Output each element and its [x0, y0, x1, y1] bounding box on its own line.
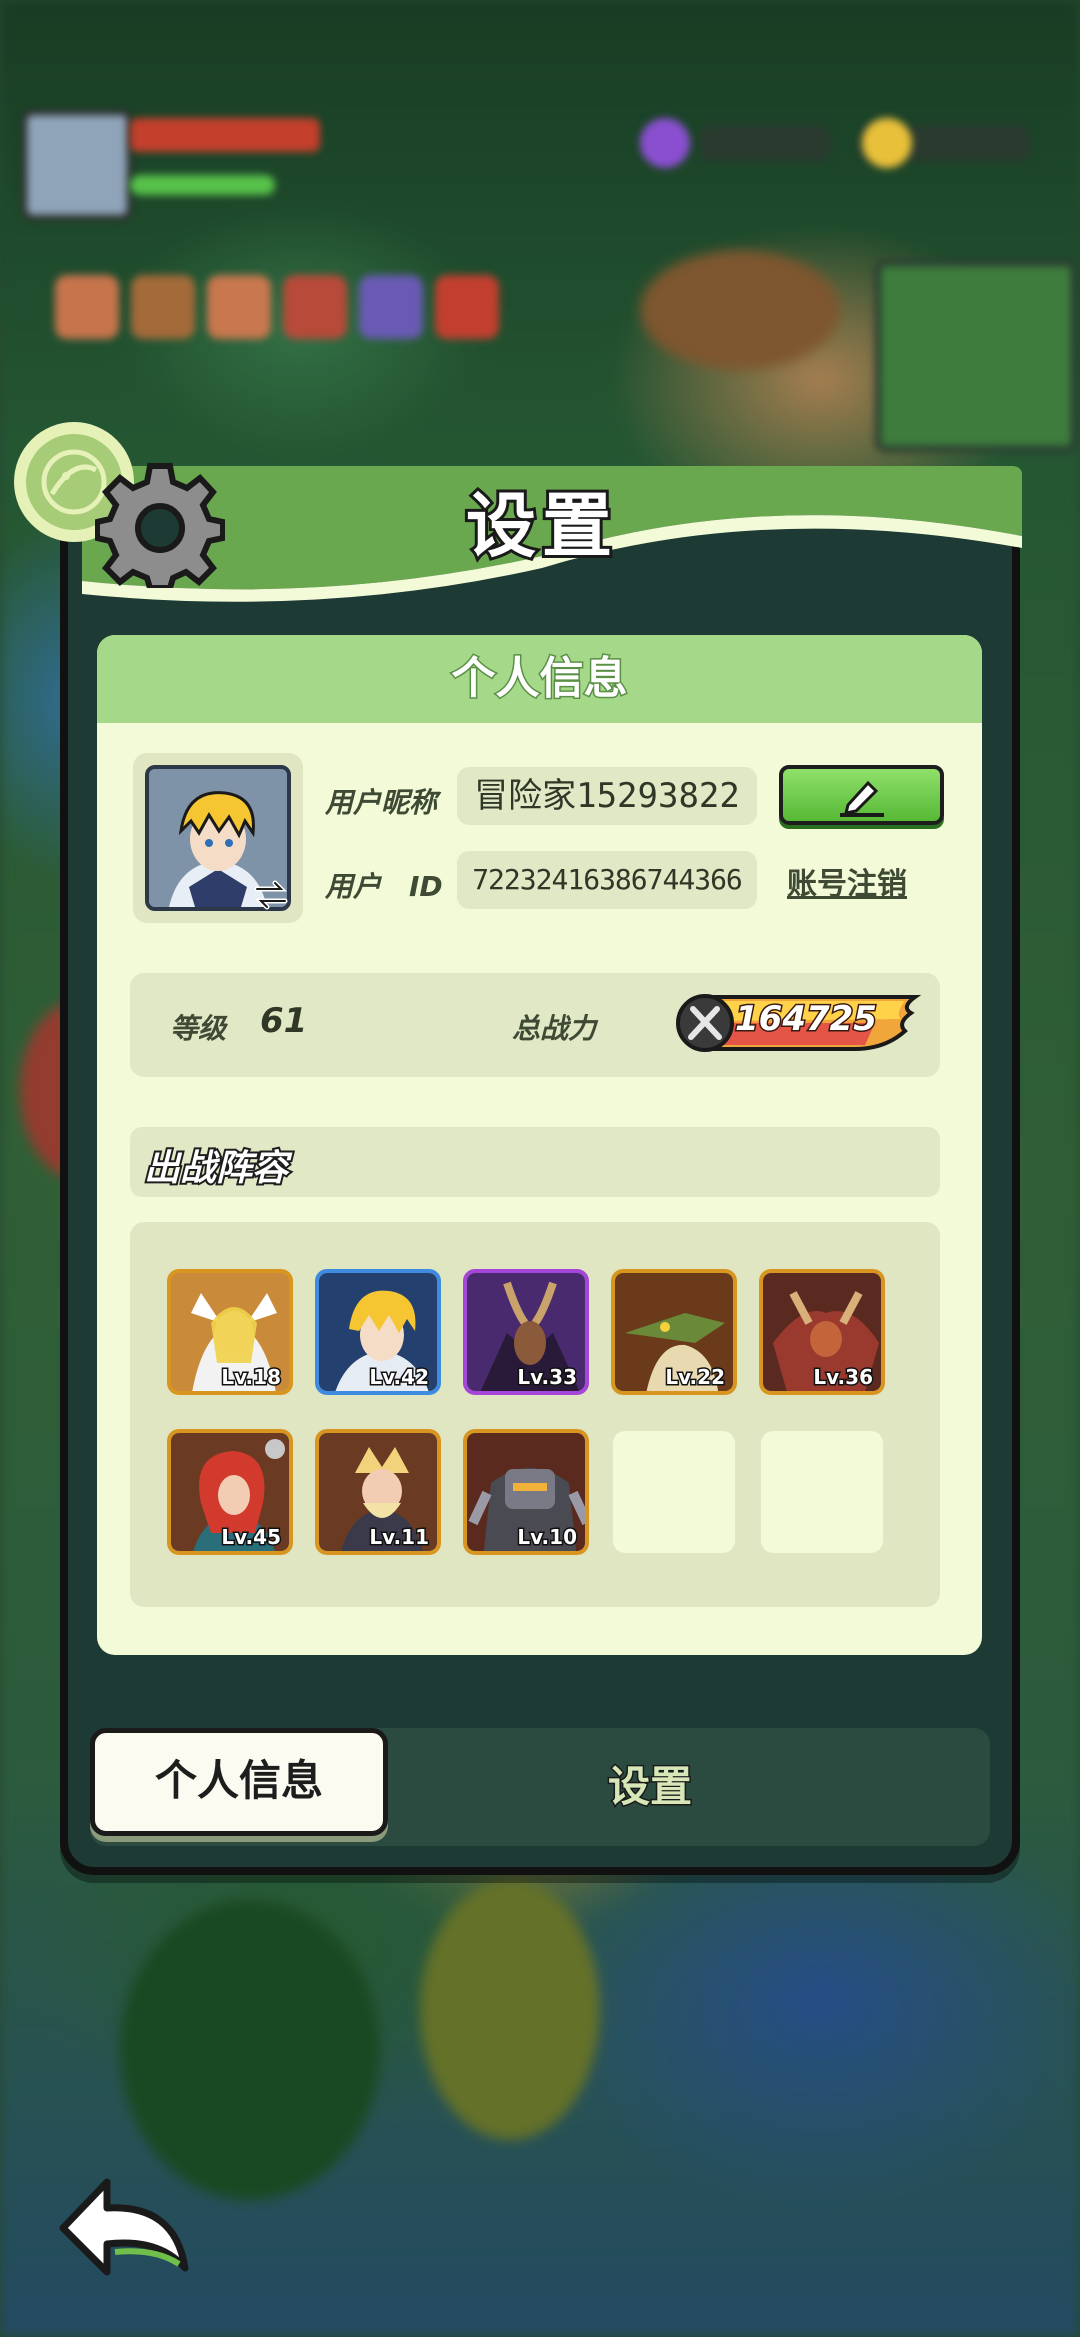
delete-account-link[interactable]: 账号注销	[787, 859, 907, 903]
back-arrow-icon[interactable]	[55, 2168, 195, 2278]
hero-slot[interactable]: Lv.33	[463, 1269, 589, 1395]
gem-icon	[640, 118, 690, 168]
hero-slot[interactable]: Lv.36	[759, 1269, 885, 1395]
hud-minimap	[875, 260, 1077, 452]
lineup-panel: Lv.18 Lv.42 Lv.33 Lv.22 Lv.36 Lv.45 Lv.1…	[130, 1222, 940, 1607]
hero-slot[interactable]: Lv.45	[167, 1429, 293, 1555]
lineup-title-bar: 出战阵容	[130, 1127, 940, 1197]
tab-settings[interactable]: 设置	[510, 1728, 790, 1846]
power-value: 164725	[734, 998, 879, 1041]
hero-level: Lv.18	[220, 1364, 283, 1391]
hero-level: Lv.42	[368, 1364, 431, 1391]
hud-exp-bar	[130, 175, 275, 195]
empty-hero-slot[interactable]	[761, 1431, 883, 1553]
hero-level: Lv.45	[220, 1524, 283, 1551]
hero-slot[interactable]: Lv.11	[315, 1429, 441, 1555]
hero-slot[interactable]: Lv.18	[167, 1269, 293, 1395]
hud-event-icons	[55, 275, 525, 345]
user-id-field: 72232416386744366	[457, 851, 757, 909]
swap-icon[interactable]	[251, 875, 291, 915]
hero-level: Lv.33	[516, 1364, 579, 1391]
nickname-field: 冒险家15293822	[457, 767, 757, 825]
coin-icon	[862, 118, 912, 168]
hero-slot[interactable]: Lv.22	[611, 1269, 737, 1395]
gear-icon	[95, 463, 225, 588]
hud-gem-counter	[700, 125, 830, 161]
hero-level: Lv.11	[368, 1524, 431, 1551]
lineup-title: 出战阵容	[142, 1146, 290, 1191]
nickname-label: 用户昵称	[325, 786, 438, 819]
card-header: 个人信息	[97, 635, 982, 723]
profile-info-card: 个人信息 用户昵称 冒险家15293822 用户 ID 722324163867…	[97, 635, 982, 1655]
pencil-icon	[840, 780, 884, 817]
hud-name-plate	[130, 118, 320, 152]
tab-profile-info[interactable]: 个人信息	[90, 1728, 388, 1836]
tab-bar: 个人信息 设置	[90, 1728, 990, 1846]
hero-level: Lv.36	[812, 1364, 875, 1391]
power-label: 总战力	[512, 1012, 597, 1045]
edit-nickname-button[interactable]	[779, 765, 944, 825]
hero-level: Lv.22	[664, 1364, 727, 1391]
hero-level: Lv.10	[516, 1524, 579, 1551]
hud-avatar	[22, 110, 132, 220]
empty-hero-slot[interactable]	[613, 1431, 735, 1553]
level-value: 61	[260, 1001, 308, 1041]
power-badge: 164725	[675, 993, 925, 1053]
profile-avatar[interactable]	[133, 753, 303, 923]
user-id-label: 用户 ID	[325, 870, 443, 903]
hero-slot[interactable]: Lv.42	[315, 1269, 441, 1395]
level-label: 等级	[170, 1012, 227, 1045]
stats-row: 等级 61 总战力 164725	[130, 973, 940, 1077]
hero-slot[interactable]: Lv.10	[463, 1429, 589, 1555]
